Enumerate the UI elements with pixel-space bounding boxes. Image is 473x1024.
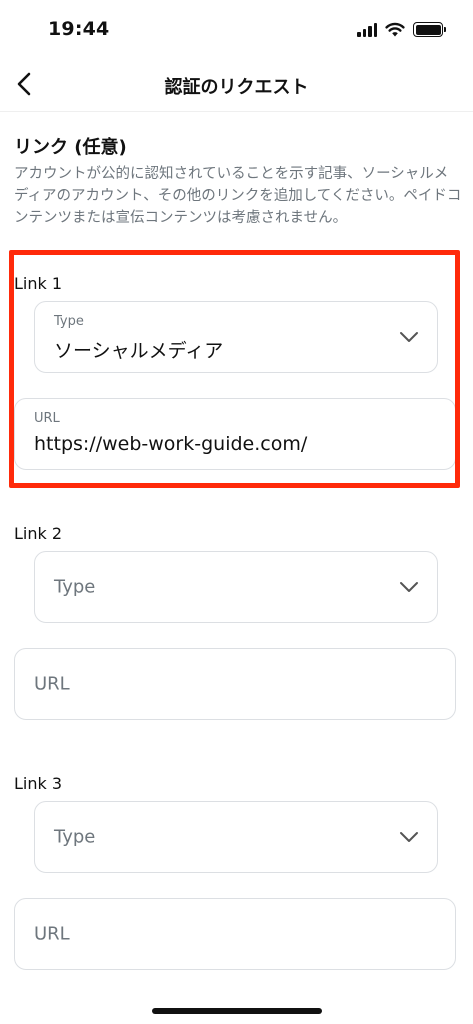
page-title: 認証のリクエスト [164, 77, 309, 98]
link-3-type-placeholder: Type [54, 826, 96, 848]
link-2-label: Link 2 [14, 524, 63, 543]
chevron-down-icon [400, 832, 418, 842]
link-2-url-placeholder: URL [34, 673, 70, 695]
cellular-signal-icon [357, 22, 377, 37]
link-2-type-placeholder: Type [54, 576, 96, 598]
status-bar: 19:44 [0, 0, 473, 56]
link-2-type-select[interactable]: Type [34, 551, 438, 623]
section-description: アカウントが公的に認知されていることを示す記事、ソーシャルメディアのアカウント、… [14, 166, 462, 226]
status-time: 19:44 [48, 18, 110, 40]
battery-icon [413, 22, 446, 37]
nav-bar: 認証のリクエスト [0, 56, 473, 112]
link-2-url-input[interactable]: URL [14, 648, 456, 720]
link-3-url-placeholder: URL [34, 923, 70, 945]
chevron-down-icon [400, 582, 418, 592]
section-title: リンク (任意) [14, 137, 127, 158]
home-indicator [152, 1008, 322, 1014]
link-3-url-input[interactable]: URL [14, 898, 456, 970]
link-3-label: Link 3 [14, 774, 63, 793]
link-3-type-select[interactable]: Type [34, 801, 438, 873]
highlight-box [9, 250, 460, 488]
status-icons [357, 22, 446, 37]
wifi-icon [385, 22, 405, 37]
